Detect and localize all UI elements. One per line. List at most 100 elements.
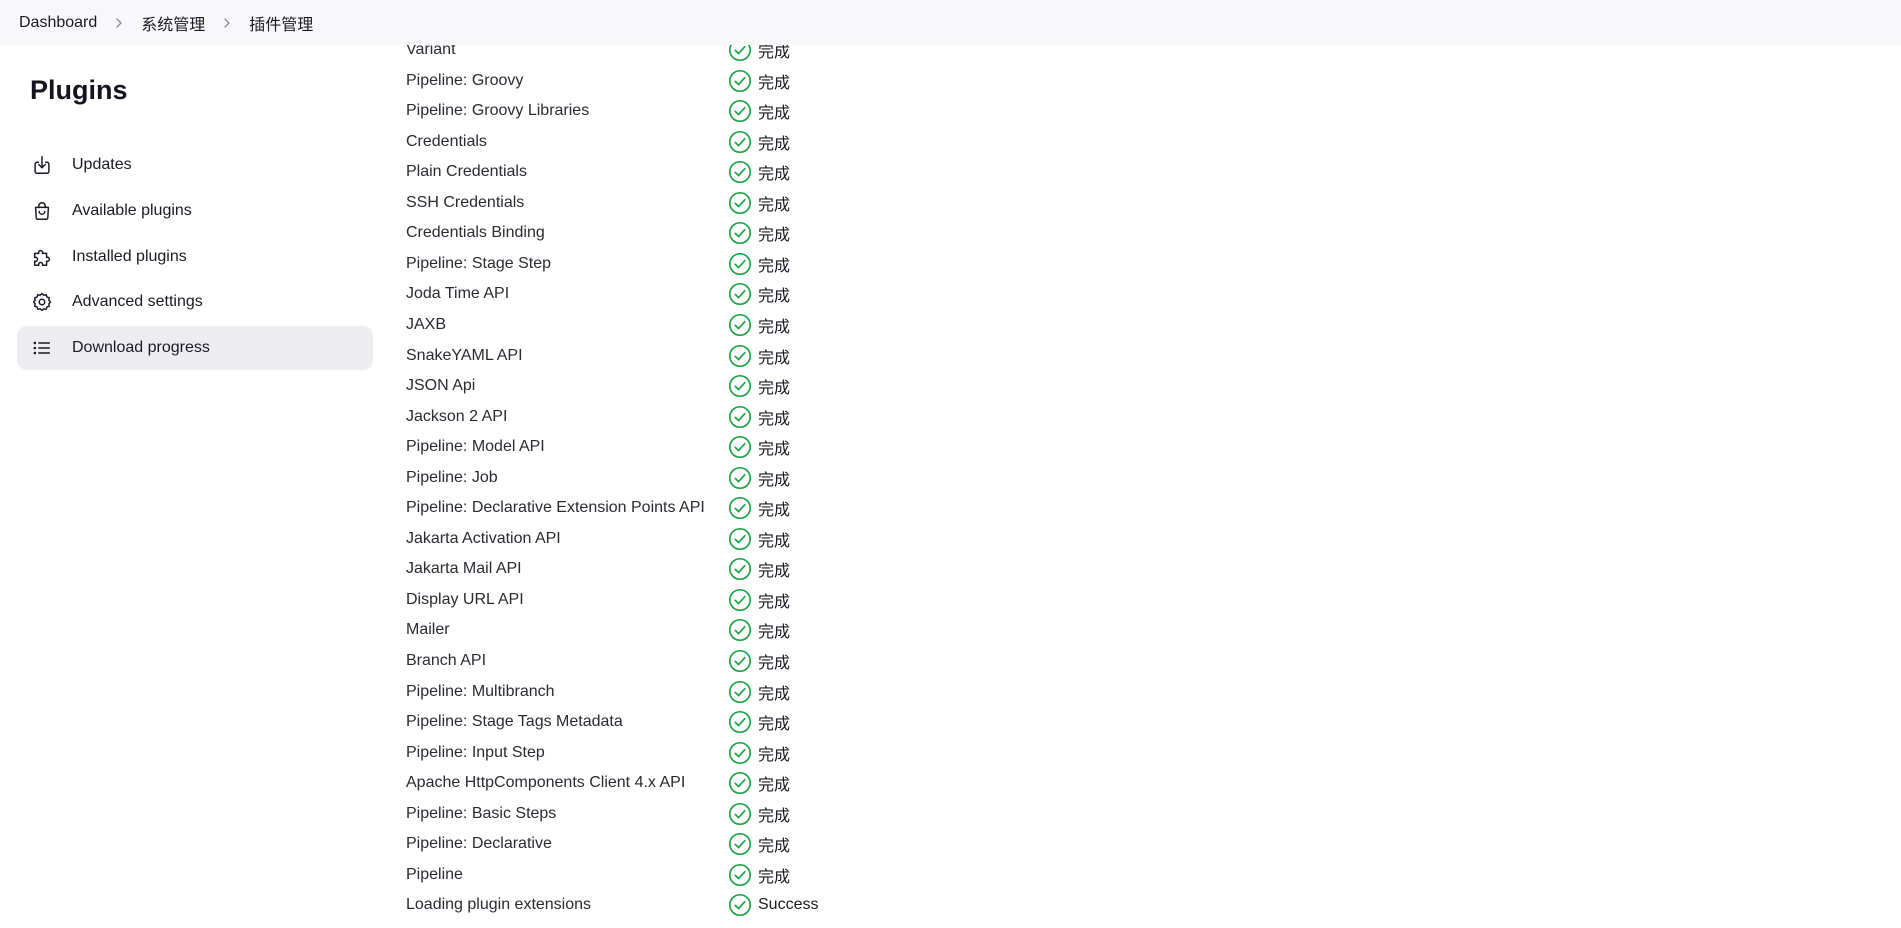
check-circle-icon xyxy=(728,771,752,795)
status-badge: 完成 xyxy=(728,435,790,459)
sidebar-item-installed-plugins[interactable]: Installed plugins xyxy=(17,235,373,279)
check-circle-icon xyxy=(728,557,752,581)
list-item: Jackson 2 API 完成 xyxy=(406,402,906,432)
list-item: Pipeline: Declarative Extension Points A… xyxy=(406,493,906,523)
chevron-right-icon xyxy=(97,17,141,29)
status-badge: 完成 xyxy=(728,99,790,123)
status-text: 完成 xyxy=(758,624,791,642)
check-circle-icon xyxy=(728,710,752,734)
sidebar-item-label: Advanced settings xyxy=(72,293,203,311)
check-circle-icon xyxy=(728,160,752,184)
plugin-name: Pipeline: Declarative Extension Points A… xyxy=(406,499,705,517)
plugin-name: Credentials xyxy=(406,132,487,150)
check-circle-icon xyxy=(728,374,752,398)
sidebar-item-label: Download progress xyxy=(72,339,210,356)
check-circle-icon xyxy=(728,802,752,826)
check-circle-icon xyxy=(728,496,752,520)
status-badge: 完成 xyxy=(728,832,790,856)
status-text: Success xyxy=(758,896,819,914)
sidebar-item-label: Updates xyxy=(72,156,132,173)
plugin-name: Apache HttpComponents Client 4.x API xyxy=(406,774,686,792)
list-item: Pipeline: Input Step 完成 xyxy=(406,738,906,768)
breadcrumb-plugin-management[interactable]: 插件管理 xyxy=(249,11,313,35)
check-circle-icon xyxy=(728,680,752,704)
plugin-name: Jakarta Activation API xyxy=(406,529,561,547)
list-item: Pipeline: Declarative 完成 xyxy=(406,829,906,859)
status-badge: 完成 xyxy=(728,160,790,184)
status-badge: 完成 xyxy=(728,649,790,673)
status-badge: 完成 xyxy=(728,496,790,520)
list-item: Pipeline: Groovy 完成 xyxy=(406,66,906,96)
list-item: Mailer 完成 xyxy=(406,615,906,645)
list-item: Jakarta Activation API 完成 xyxy=(406,524,906,554)
status-badge: 完成 xyxy=(728,405,790,429)
status-badge: 完成 xyxy=(728,69,790,93)
status-badge: 完成 xyxy=(728,344,790,368)
list-item: Pipeline: Groovy Libraries 完成 xyxy=(406,96,906,126)
page-title: Plugins xyxy=(30,75,128,105)
check-circle-icon xyxy=(728,69,752,93)
status-text: 完成 xyxy=(758,838,791,856)
check-circle-icon xyxy=(728,863,752,887)
check-circle-icon xyxy=(728,130,752,154)
check-circle-icon xyxy=(728,741,752,765)
plugin-name: Joda Time API xyxy=(406,285,510,303)
plugin-name: Pipeline: Input Step xyxy=(406,743,545,761)
check-circle-icon xyxy=(728,221,752,245)
check-circle-icon xyxy=(728,282,752,306)
list-item: Loading plugin extensions Success xyxy=(406,890,906,920)
check-circle-icon xyxy=(728,527,752,551)
status-text: 完成 xyxy=(758,868,791,886)
status-text: 完成 xyxy=(758,349,791,367)
chevron-right-icon xyxy=(205,17,249,29)
breadcrumb-dashboard[interactable]: Dashboard xyxy=(19,14,97,32)
status-badge: 完成 xyxy=(728,191,790,215)
plugin-name: JAXB xyxy=(406,315,447,333)
list-item: Pipeline: Multibranch 完成 xyxy=(406,677,906,707)
status-text: 完成 xyxy=(758,655,791,672)
status-text: 完成 xyxy=(758,135,791,153)
sidebar-item-download-progress[interactable]: Download progress xyxy=(17,326,373,370)
check-circle-icon xyxy=(728,649,752,673)
breadcrumb-system-management[interactable]: 系统管理 xyxy=(141,11,205,35)
download-icon xyxy=(30,153,54,177)
sidebar-item-updates[interactable]: Updates xyxy=(17,143,373,187)
sidebar-nav: Updates Available plugins Installed plug… xyxy=(17,143,373,372)
sidebar-item-available-plugins[interactable]: Available plugins xyxy=(17,189,373,233)
shopping-bag-icon xyxy=(30,199,54,223)
plugin-name: Plain Credentials xyxy=(406,163,527,181)
list-item: Joda Time API 完成 xyxy=(406,279,906,309)
plugin-name: Pipeline: Multibranch xyxy=(406,682,555,700)
status-text: 完成 xyxy=(758,471,791,489)
list-item: JAXB 完成 xyxy=(406,310,906,340)
plugin-name: Pipeline: Basic Steps xyxy=(406,804,557,822)
check-circle-icon xyxy=(728,99,752,123)
list-item: Jakarta Mail API 完成 xyxy=(406,554,906,584)
puzzle-piece-icon xyxy=(30,245,54,269)
status-text: 完成 xyxy=(758,777,791,795)
gear-icon xyxy=(30,290,54,314)
sidebar-item-advanced-settings[interactable]: Advanced settings xyxy=(17,280,373,324)
status-text: 完成 xyxy=(758,410,791,428)
status-text: 完成 xyxy=(758,166,791,184)
plugin-name: Pipeline: Declarative xyxy=(406,835,552,853)
plugin-name: SnakeYAML API xyxy=(406,346,523,364)
plugin-name: Loading plugin extensions xyxy=(406,896,592,914)
plugin-name: Pipeline: Model API xyxy=(406,438,545,456)
check-circle-icon xyxy=(728,252,752,276)
plugin-name: Pipeline: Stage Step xyxy=(406,254,551,272)
status-badge: 完成 xyxy=(728,557,790,581)
status-text: 完成 xyxy=(758,196,791,214)
plugin-name: Pipeline: Job xyxy=(406,468,498,486)
plugin-name: Display URL API xyxy=(406,590,524,608)
status-badge: 完成 xyxy=(728,741,790,765)
sidebar: Plugins Updates Available plugins Instal… xyxy=(0,45,380,928)
check-circle-icon xyxy=(728,893,752,917)
plugin-name: Jakarta Mail API xyxy=(406,560,522,578)
sidebar-item-label: Available plugins xyxy=(72,201,192,219)
list-item: SSH Credentials 完成 xyxy=(406,188,906,218)
list-icon xyxy=(30,336,54,360)
list-item: Pipeline 完成 xyxy=(406,860,906,890)
plugin-name: Mailer xyxy=(406,621,450,639)
plugin-name: Branch API xyxy=(406,652,487,669)
